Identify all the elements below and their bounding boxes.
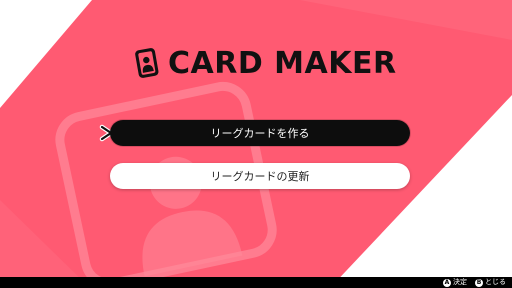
card-maker-screen: CARD MAKER リーグカードを作る リーグカードの更新 A 決定 B とじ…	[0, 0, 512, 288]
hint-close[interactable]: B とじる	[475, 277, 506, 288]
hint-confirm[interactable]: A 決定	[443, 277, 467, 288]
create-league-card-button[interactable]: リーグカードを作る	[110, 120, 410, 146]
b-button-icon: B	[475, 278, 483, 287]
create-league-card-label: リーグカードを作る	[210, 127, 310, 140]
a-button-icon: A	[443, 278, 451, 287]
hint-confirm-label: 決定	[453, 278, 467, 286]
page-title: CARD MAKER	[168, 46, 397, 81]
title-row: CARD MAKER	[132, 44, 397, 84]
update-league-card-label: リーグカードの更新	[210, 170, 310, 183]
update-league-card-button[interactable]: リーグカードの更新	[110, 163, 410, 189]
button-hints: A 決定 B とじる	[443, 277, 506, 288]
footer-bar: A 決定 B とじる	[0, 277, 512, 288]
hint-close-label: とじる	[485, 278, 506, 286]
card-profile-icon	[135, 48, 159, 78]
